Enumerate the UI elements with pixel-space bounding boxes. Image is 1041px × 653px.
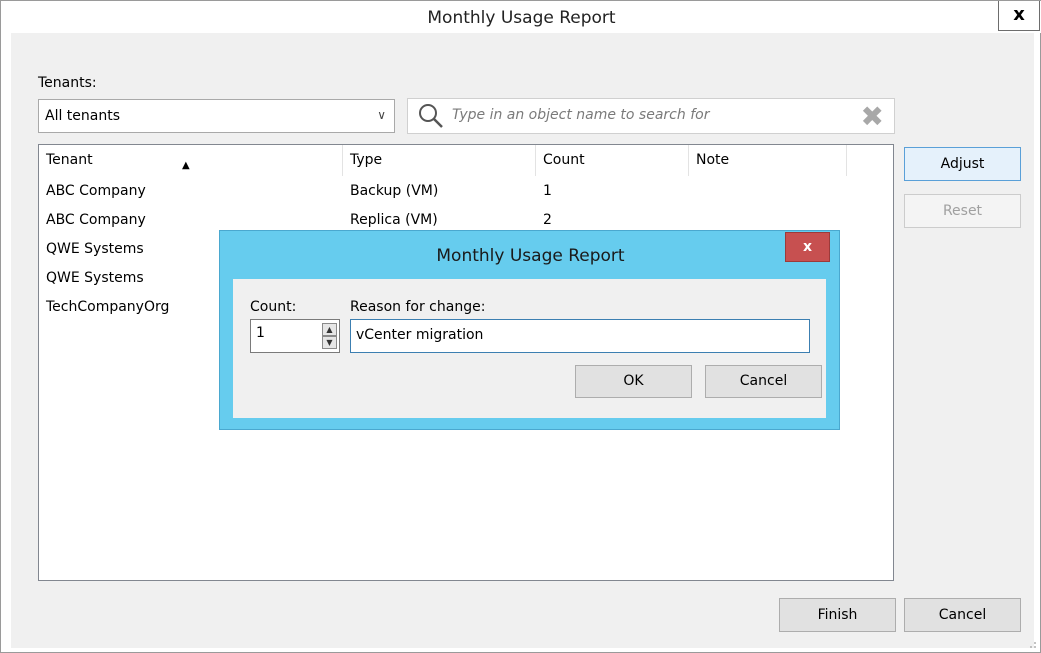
cell-count: 1 [543, 183, 552, 199]
close-icon: x [1013, 4, 1025, 25]
column-header-label: Count [543, 152, 585, 168]
main-window: Monthly Usage Report x Tenants: All tena… [0, 0, 1041, 653]
adjust-button[interactable]: Adjust [904, 147, 1021, 181]
column-header-label: Tenant [46, 152, 93, 168]
column-header-type[interactable]: Type [343, 145, 536, 176]
reason-label: Reason for change: [350, 299, 486, 315]
close-button[interactable]: x [998, 1, 1040, 31]
reset-button[interactable]: Reset [904, 194, 1021, 228]
close-icon: x [802, 239, 813, 255]
cell-note [689, 177, 696, 206]
ok-button[interactable]: OK [575, 365, 692, 398]
cell-tenant: TechCompanyOrg [46, 299, 170, 315]
dialog-close-button[interactable]: x [785, 232, 830, 262]
cancel-button[interactable]: Cancel [904, 598, 1021, 632]
spin-buttons: ▲ ▼ [322, 323, 337, 349]
dialog-body: Count: Reason for change: 1 ▲ ▼ OK Cance… [233, 279, 826, 418]
dialog-title: Monthly Usage Report [436, 246, 625, 266]
resize-grip-icon[interactable] [1024, 636, 1038, 650]
search-icon [419, 104, 443, 128]
dialog-cancel-button[interactable]: Cancel [705, 365, 822, 398]
title-bar: Monthly Usage Report x [1, 1, 1041, 33]
reason-input[interactable] [351, 320, 801, 350]
count-label: Count: [250, 299, 297, 315]
column-header-count[interactable]: Count [536, 145, 689, 176]
column-header-tenant[interactable]: Tenant ▲ [39, 145, 343, 176]
count-stepper[interactable]: 1 ▲ ▼ [250, 319, 340, 353]
cell-tenant: ABC Company [46, 212, 146, 228]
search-field[interactable]: Type in an object name to search for ✖ [407, 98, 895, 134]
tenants-label: Tenants: [38, 75, 97, 91]
adjust-dialog: Monthly Usage Report x Count: Reason for… [219, 230, 840, 430]
table-row[interactable]: ABC Company Backup (VM) 1 [39, 177, 893, 206]
grid-header: Tenant ▲ Type Count Note [39, 145, 893, 176]
search-placeholder: Type in an object name to search for [452, 107, 710, 123]
cell-tenant: QWE Systems [46, 270, 144, 286]
count-value: 1 [256, 325, 265, 341]
finish-button[interactable]: Finish [779, 598, 896, 632]
cell-tenant: QWE Systems [46, 241, 144, 257]
spin-up-icon[interactable]: ▲ [322, 323, 337, 336]
tenant-select-value: All tenants [45, 108, 121, 124]
cell-type: Backup (VM) [350, 183, 439, 199]
spin-down-icon[interactable]: ▼ [322, 336, 337, 349]
cell-tenant: ABC Company [46, 183, 146, 199]
clear-search-icon[interactable]: ✖ [861, 103, 884, 131]
column-header-label: Note [696, 152, 730, 168]
column-header-note[interactable]: Note [689, 145, 847, 176]
chevron-down-icon: ∨ [377, 108, 386, 122]
column-header-label: Type [350, 152, 383, 168]
reason-field[interactable] [350, 319, 810, 353]
tenant-select[interactable]: All tenants ∨ [38, 99, 395, 133]
window-title: Monthly Usage Report [427, 8, 616, 28]
